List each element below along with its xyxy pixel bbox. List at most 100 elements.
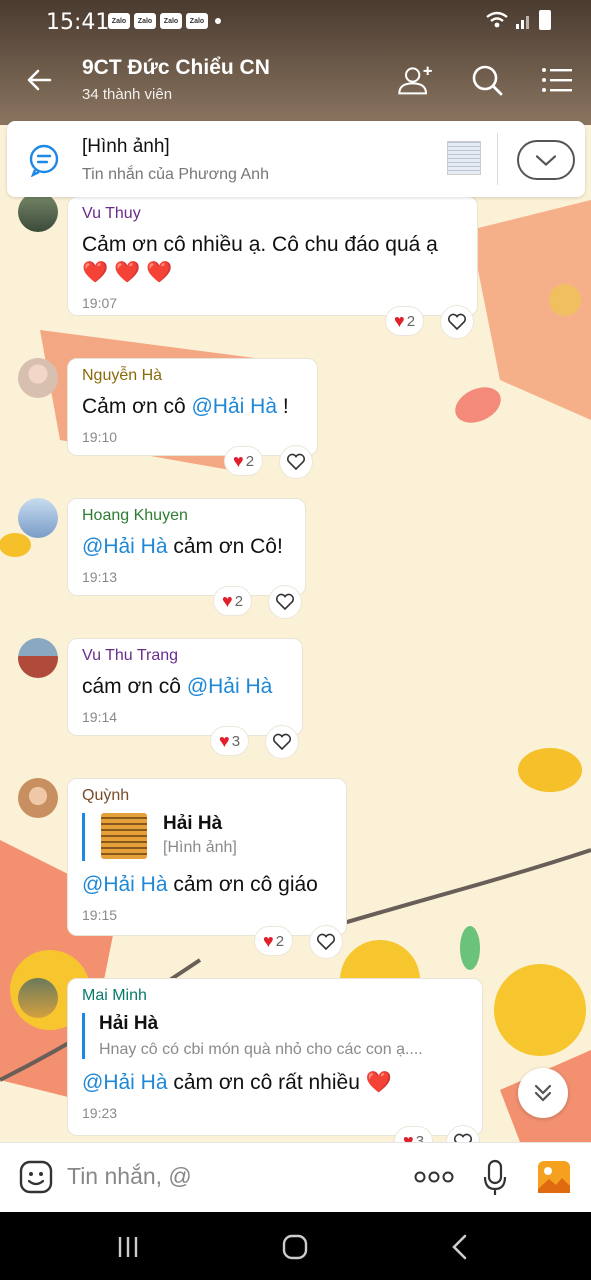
pinned-message-bar[interactable]: [Hình ảnh] Tin nhắn của Phương Anh [7,121,585,197]
zalo-notification-icon: Zalo [160,13,182,29]
expand-pinned-button[interactable] [517,140,575,180]
sender-name: Hoang Khuyen [82,507,188,524]
avatar[interactable] [18,192,58,232]
reaction-count-chip[interactable]: ♥ 2 [254,926,294,956]
reaction-count: 2 [406,312,416,330]
message-bubble[interactable]: Mai Minh Hải Hà Hnay cô có cbi món quà n… [67,978,483,1136]
quoted-message[interactable]: Hải Hà [Hình ảnh] [82,813,332,861]
mention-link[interactable]: @Hải Hà [82,535,168,558]
zalo-notification-icon: Zalo [108,13,130,29]
text-span: cảm ơn cô rất nhiều [167,1071,366,1094]
avatar[interactable] [18,358,58,398]
react-button[interactable] [279,445,313,479]
sender-name: Mai Minh [82,987,147,1004]
more-options-icon[interactable] [414,1169,454,1185]
heart-icon: ♥ [222,590,233,611]
sender-name: Quỳnh [82,787,130,804]
quoted-image-thumbnail [101,813,147,859]
reaction-count-chip[interactable]: ♥ 2 [385,306,425,336]
zalo-notification-icon: Zalo [134,13,156,29]
react-button[interactable] [309,925,343,959]
heart-emojis: ❤️ ❤️ ❤️ [82,261,173,284]
heart-icon: ♥ [233,450,244,471]
quoted-message[interactable]: Hải Hà Hnay cô có cbi món quà nhỏ cho cá… [82,1013,468,1059]
zalo-notification-icon: Zalo [186,13,208,29]
mention-link[interactable]: @Hải Hà [82,1071,168,1094]
emoji-sticker-icon[interactable] [18,1159,54,1195]
heart-outline-icon [275,593,295,611]
battery-icon [539,10,551,30]
mention-link[interactable]: @Hải Hà [82,873,168,896]
reaction-count: 3 [231,732,241,750]
heart-outline-icon [447,313,467,331]
more-notifications-dot [215,18,221,24]
heart-outline-icon [286,453,306,471]
sender-name: Vu Thuy [82,205,141,222]
scroll-to-bottom-button[interactable] [518,1068,568,1118]
sender-name: Nguyễn Hà [82,367,163,384]
divider [497,133,498,185]
group-title[interactable]: 9CT Đức Chiểu CN [82,56,270,80]
back-nav-icon[interactable] [448,1233,472,1261]
signal-icon [516,16,529,29]
react-button[interactable] [265,725,299,759]
microphone-icon[interactable] [482,1159,508,1197]
heart-icon: ♥ [394,310,405,331]
search-icon[interactable] [467,60,507,100]
text-span: cám ơn cô [82,675,187,698]
avatar[interactable] [18,638,58,678]
heart-emoji: ❤️ [365,1071,392,1094]
avatar[interactable] [18,978,58,1018]
image-gallery-icon[interactable] [536,1159,572,1195]
pinned-image-thumbnail[interactable] [447,141,481,175]
message-time: 19:14 [82,709,118,725]
mention-link[interactable]: @Hải Hà [187,675,273,698]
chat-header: 9CT Đức Chiểu CN 34 thành viên [0,44,591,116]
pinned-title: [Hình ảnh] [82,136,170,157]
reaction-count: 2 [234,592,244,610]
notification-badges: Zalo Zalo Zalo Zalo [108,13,208,29]
avatar[interactable] [18,778,58,818]
text-span: Cảm ơn cô [82,395,192,418]
quoted-text: Hnay cô có cbi món quà nhỏ cho các con ạ… [99,1041,423,1058]
recent-apps-icon[interactable] [115,1234,141,1260]
heart-outline-icon [316,933,336,951]
message-text: @Hải Hà cảm ơn Cô! [82,533,291,561]
reaction-count: 2 [275,932,285,950]
message-input[interactable]: Tin nhắn, @ [67,1163,192,1190]
react-button[interactable] [440,305,474,339]
message-bubble[interactable]: Quỳnh Hải Hà [Hình ảnh] @Hải Hà cảm ơn c… [67,778,347,936]
message-text: @Hải Hà cảm ơn cô giáo [82,871,332,899]
status-bar: 15:41 Zalo Zalo Zalo Zalo [0,0,591,44]
react-button[interactable] [268,585,302,619]
message-bubble[interactable]: Nguyễn Hà Cảm ơn cô @Hải Hà ! 19:10 [67,358,318,456]
message-bubble[interactable]: Hoang Khuyen @Hải Hà cảm ơn Cô! 19:13 [67,498,306,596]
text-span: ! [277,395,289,418]
menu-list-icon[interactable] [537,60,577,100]
reaction-count-chip[interactable]: ♥ 3 [210,726,250,756]
message-text: cám ơn cô @Hải Hà [82,673,288,701]
sender-name: Vu Thu Trang [82,647,179,664]
text-span: Cảm ơn cô nhiều ạ. Cô chu đáo quá ạ [82,233,438,256]
member-count[interactable]: 34 thành viên [82,86,172,103]
reaction-count-chip[interactable]: ♥ 2 [224,446,264,476]
pinned-subtitle: Tin nhắn của Phương Anh [82,166,269,183]
message-bubble[interactable]: Vu Thuy Cảm ơn cô nhiều ạ. Cô chu đáo qu… [67,196,478,316]
reaction-count: 2 [245,452,255,470]
status-time: 15:41 [46,10,110,35]
heart-outline-icon [272,733,292,751]
text-span: cảm ơn Cô! [167,535,283,558]
message-bubble[interactable]: Vu Thu Trang cám ơn cô @Hải Hà 19:14 [67,638,303,736]
add-member-icon[interactable] [396,60,436,100]
status-icons [485,10,551,30]
avatar[interactable] [18,498,58,538]
text-span: cảm ơn cô giáo [167,873,318,896]
reaction-count-chip[interactable]: ♥ 2 [213,586,253,616]
message-time: 19:13 [82,569,118,585]
home-icon[interactable] [281,1233,309,1261]
message-text: @Hải Hà cảm ơn cô rất nhiều ❤️ [82,1069,468,1097]
back-arrow-icon[interactable] [20,60,60,100]
quoted-text: [Hình ảnh] [163,839,237,856]
mention-link[interactable]: @Hải Hà [191,395,277,418]
android-navigation-bar [0,1212,591,1280]
